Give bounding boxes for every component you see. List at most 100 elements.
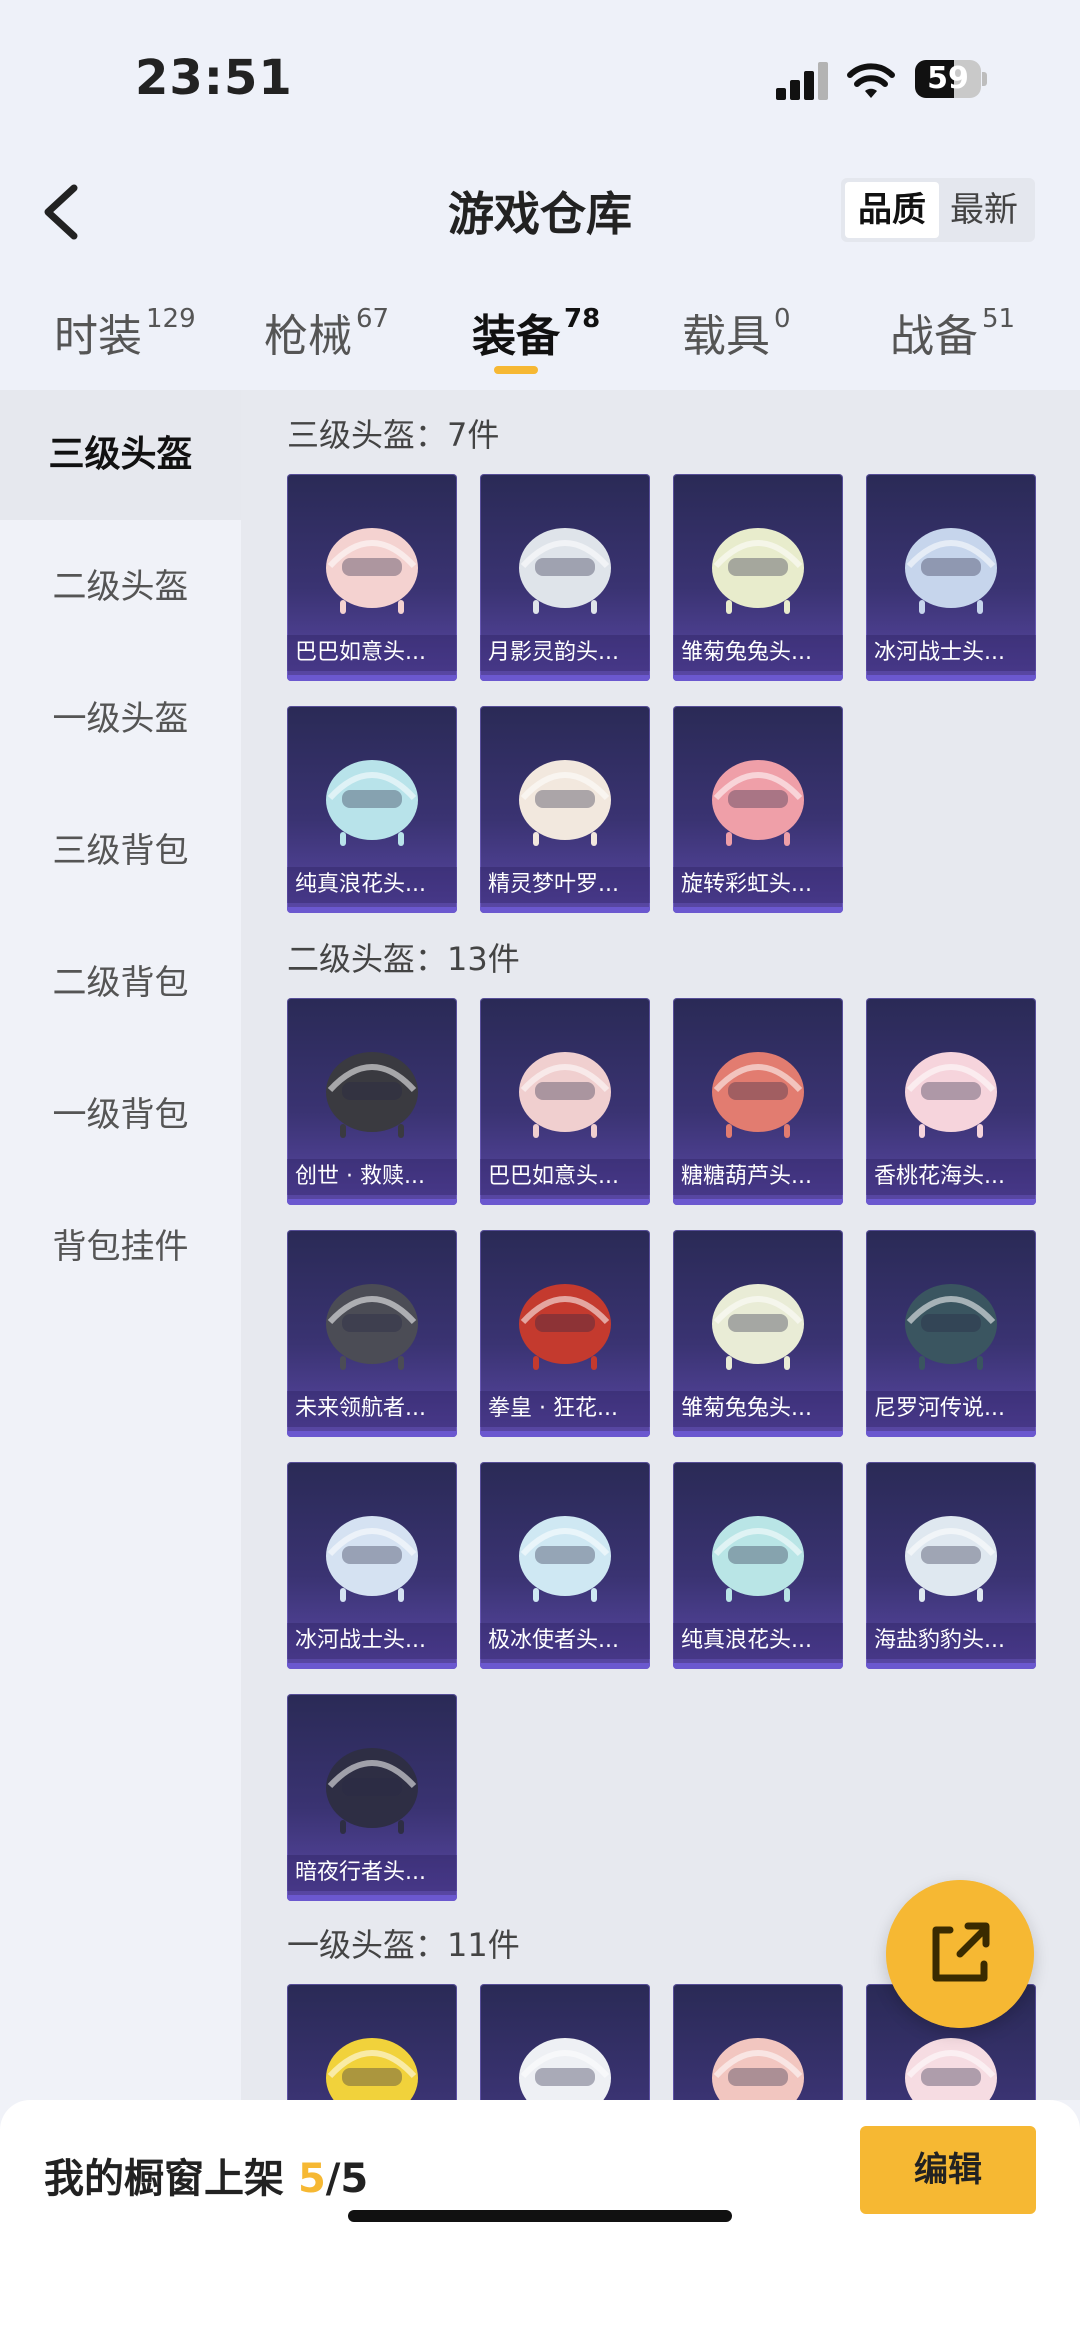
item-card[interactable]: 未来领航者...	[287, 1230, 457, 1437]
status-bar: 23:51 59	[0, 0, 1080, 150]
item-name: 创世 · 救赎...	[287, 1159, 457, 1195]
sidebar-item-level1-helmet[interactable]: 一级头盔	[0, 654, 241, 784]
helmet-icon	[519, 2038, 611, 2100]
item-card[interactable]	[480, 1984, 650, 2100]
helmet-icon	[326, 1516, 418, 1602]
item-card[interactable]	[287, 1984, 457, 2100]
item-card[interactable]: 精灵梦叶罗...	[480, 706, 650, 913]
helmet-icon	[326, 1748, 418, 1834]
item-name: 雏菊兔兔头...	[673, 635, 843, 671]
helmet-icon	[712, 1284, 804, 1370]
item-card[interactable]: 尼罗河传说...	[866, 1230, 1036, 1437]
tab-count: 67	[356, 304, 390, 334]
helmet-icon	[712, 760, 804, 846]
item-name: 未来领航者...	[287, 1391, 457, 1427]
category-tabs: 时装 129 枪械 67 装备 78 载具 0 战备 51	[0, 280, 1080, 390]
item-name: 海盐豹豹头...	[866, 1623, 1036, 1659]
sidebar-item-level2-backpack[interactable]: 二级背包	[0, 918, 241, 1048]
active-tab-indicator	[494, 366, 538, 374]
sort-toggle: 品质 最新	[841, 178, 1035, 242]
showcase-label-text: 我的橱窗上架	[44, 2156, 284, 2202]
item-card[interactable]: 雏菊兔兔头...	[673, 474, 843, 681]
tab-supplies[interactable]: 战备 51	[890, 300, 1016, 362]
item-card[interactable]: 雏菊兔兔头...	[673, 1230, 843, 1437]
item-card[interactable]: 纯真浪花头...	[673, 1462, 843, 1669]
helmet-icon	[905, 1516, 997, 1602]
item-card[interactable]: 冰河战士头...	[866, 474, 1036, 681]
tab-vehicles[interactable]: 载具 0	[682, 300, 791, 362]
helmet-icon	[519, 1052, 611, 1138]
tab-fashion[interactable]: 时装 129	[54, 300, 196, 362]
showcase-total: /5	[325, 2156, 369, 2202]
tab-label: 战备	[890, 311, 978, 362]
tab-label: 载具	[682, 311, 770, 362]
tab-guns[interactable]: 枪械 67	[264, 300, 390, 362]
sidebar-item-level1-backpack[interactable]: 一级背包	[0, 1050, 241, 1180]
item-card[interactable]: 创世 · 救赎...	[287, 998, 457, 1205]
item-name: 月影灵韵头...	[480, 635, 650, 671]
sidebar-item-backpack-charm[interactable]: 背包挂件	[0, 1182, 241, 1312]
sort-newest-button[interactable]: 最新	[937, 182, 1031, 238]
subcategory-sidebar: 三级头盔 二级头盔 一级头盔 三级背包 二级背包 一级背包 背包挂件	[0, 390, 241, 2100]
item-name: 拳皇 · 狂花...	[480, 1391, 650, 1427]
item-card[interactable]: 海盐豹豹头...	[866, 1462, 1036, 1669]
item-card[interactable]	[673, 1984, 843, 2100]
item-card[interactable]: 冰河战士头...	[287, 1462, 457, 1669]
sidebar-item-level2-helmet[interactable]: 二级头盔	[0, 522, 241, 652]
item-name: 巴巴如意头...	[480, 1159, 650, 1195]
item-name: 纯真浪花头...	[287, 867, 457, 903]
helmet-icon	[519, 1516, 611, 1602]
share-button[interactable]	[886, 1880, 1034, 2028]
item-name: 极冰使者头...	[480, 1623, 650, 1659]
section-title: 二级头盔：13件	[287, 940, 520, 978]
helmet-icon	[326, 528, 418, 614]
cellular-signal-icon	[776, 60, 830, 100]
sort-quality-button[interactable]: 品质	[845, 182, 939, 238]
home-indicator	[348, 2210, 732, 2222]
item-grid-area[interactable]: 三级头盔：7件 二级头盔：13件 一级头盔：11件 巴巴如意头... 月影灵韵头.…	[241, 390, 1080, 2100]
item-card[interactable]: 巴巴如意头...	[287, 474, 457, 681]
tab-count: 51	[982, 304, 1016, 334]
item-name: 雏菊兔兔头...	[673, 1391, 843, 1427]
tab-label: 装备	[472, 311, 560, 362]
section-title: 三级头盔：7件	[287, 416, 500, 454]
item-card[interactable]: 纯真浪花头...	[287, 706, 457, 913]
sidebar-item-level3-helmet[interactable]: 三级头盔	[0, 390, 241, 520]
item-card[interactable]: 糖糖葫芦头...	[673, 998, 843, 1205]
item-card[interactable]: 月影灵韵头...	[480, 474, 650, 681]
edit-button[interactable]: 编辑	[860, 2126, 1036, 2214]
item-name: 香桃花海头...	[866, 1159, 1036, 1195]
helmet-icon	[905, 1284, 997, 1370]
item-card[interactable]: 香桃花海头...	[866, 998, 1036, 1205]
item-name: 冰河战士头...	[866, 635, 1036, 671]
item-name: 旋转彩虹头...	[673, 867, 843, 903]
helmet-icon	[326, 2038, 418, 2100]
helmet-icon	[519, 760, 611, 846]
helmet-icon	[326, 760, 418, 846]
item-name: 纯真浪花头...	[673, 1623, 843, 1659]
item-card[interactable]: 旋转彩虹头...	[673, 706, 843, 913]
item-name: 暗夜行者头...	[287, 1855, 457, 1891]
wifi-icon	[847, 63, 895, 98]
tab-count: 78	[564, 304, 601, 334]
sidebar-item-level3-backpack[interactable]: 三级背包	[0, 786, 241, 916]
item-name: 巴巴如意头...	[287, 635, 457, 671]
tab-label: 枪械	[264, 311, 352, 362]
item-name: 尼罗河传说...	[866, 1391, 1036, 1427]
item-card[interactable]: 巴巴如意头...	[480, 998, 650, 1205]
item-card[interactable]: 暗夜行者头...	[287, 1694, 457, 1901]
showcase-label: 我的橱窗上架 5/5	[44, 2146, 368, 2204]
section-title: 一级头盔：11件	[287, 1926, 520, 1964]
item-card[interactable]: 极冰使者头...	[480, 1462, 650, 1669]
helmet-icon	[712, 1516, 804, 1602]
item-card[interactable]: 拳皇 · 狂花...	[480, 1230, 650, 1437]
helmet-icon	[519, 528, 611, 614]
status-time: 23:51	[135, 50, 293, 106]
helmet-icon	[905, 1052, 997, 1138]
helmet-icon	[519, 1284, 611, 1370]
item-name: 糖糖葫芦头...	[673, 1159, 843, 1195]
helmet-icon	[326, 1052, 418, 1138]
tab-label: 时装	[54, 311, 142, 362]
helmet-icon	[712, 1052, 804, 1138]
tab-equipment[interactable]: 装备 78	[472, 300, 601, 362]
